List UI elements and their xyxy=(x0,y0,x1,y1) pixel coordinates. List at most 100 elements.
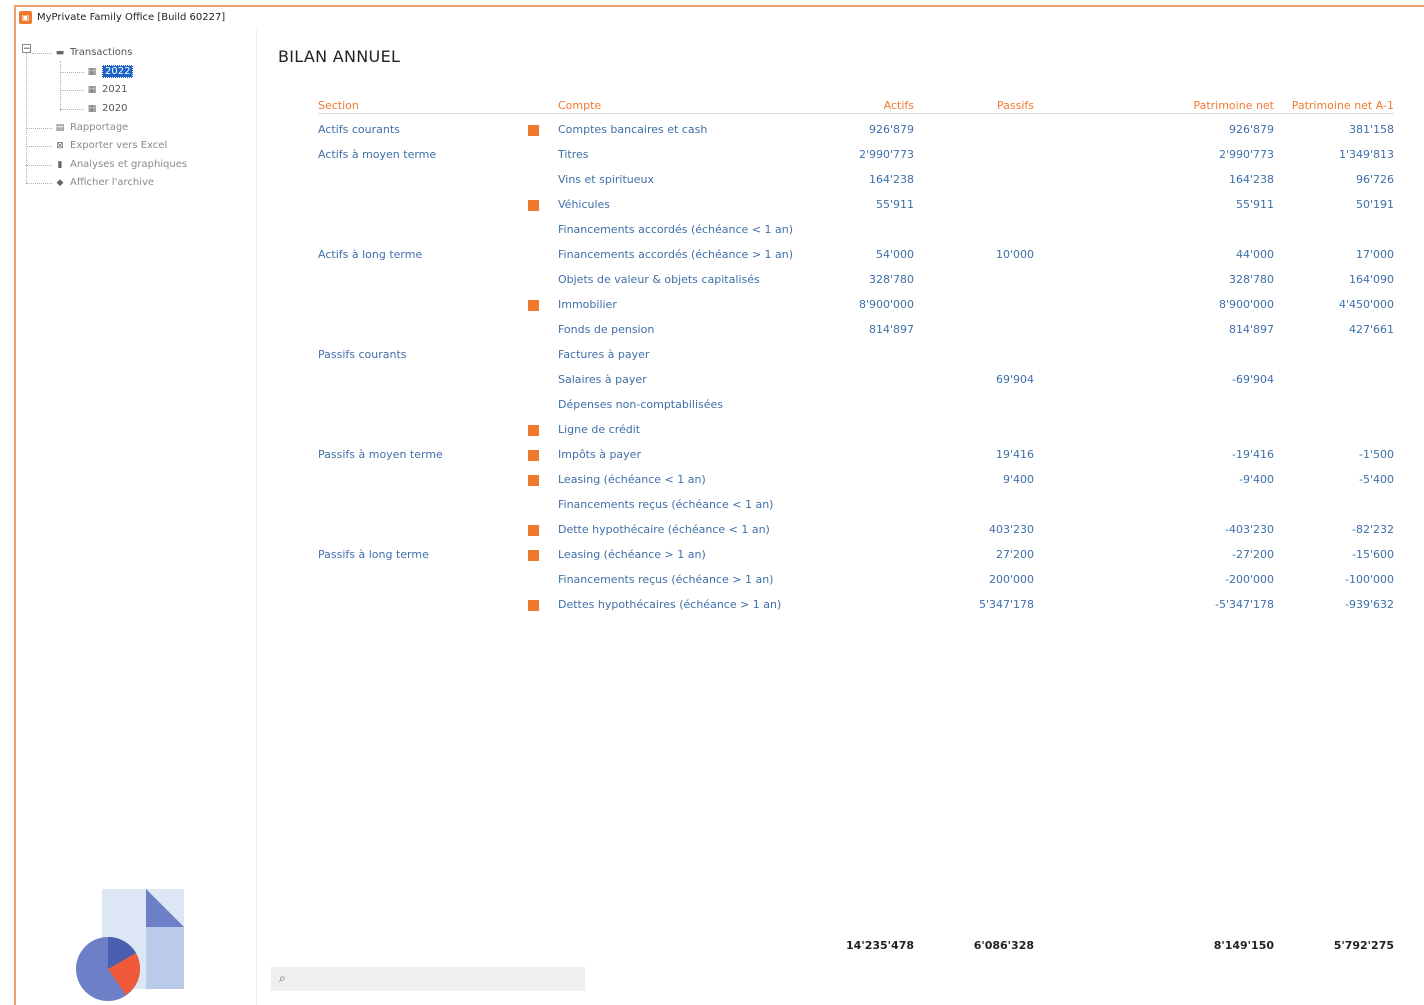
account-cell[interactable]: Leasing (échéance < 1 an) xyxy=(558,473,706,486)
tree-item-year-2022[interactable]: ▦ 2022 xyxy=(86,64,134,80)
table-row[interactable]: Immobilier 8'900'000 8'900'000 4'450'000 xyxy=(258,298,1424,323)
table-row[interactable]: Dettes hypothécaires (échéance > 1 an) 5'… xyxy=(258,598,1424,623)
search-input[interactable]: ⌕ xyxy=(271,967,585,991)
table-row[interactable]: Fonds de pension 814'897 814'897 427'661 xyxy=(258,323,1424,348)
calendar-icon: ▦ xyxy=(87,104,97,114)
column-header-liabilities[interactable]: Passifs xyxy=(934,99,1034,112)
table-row[interactable]: Véhicules 55'911 55'911 50'191 xyxy=(258,198,1424,223)
account-cell[interactable]: Vins et spiritueux xyxy=(558,173,654,186)
net-cell: 2'990'773 xyxy=(1218,148,1274,161)
account-marker-icon xyxy=(528,450,539,461)
account-cell[interactable]: Financements accordés (échéance < 1 an) xyxy=(558,223,793,236)
search-icon: ⌕ xyxy=(279,971,286,985)
net-prev-cell: -100'000 xyxy=(1345,573,1394,586)
account-cell[interactable]: Factures à payer xyxy=(558,348,649,361)
table-row[interactable]: Leasing (échéance < 1 an) 9'400 -9'400 -5'4… xyxy=(258,473,1424,498)
account-marker-icon xyxy=(528,525,539,536)
window-title: MyPrivate Family Office [Build 60227] xyxy=(37,12,226,23)
table-row[interactable]: Dette hypothécaire (échéance < 1 an) 403'… xyxy=(258,523,1424,548)
net-cell: -27'200 xyxy=(1232,548,1274,561)
account-cell[interactable]: Ligne de crédit xyxy=(558,423,640,436)
assets-cell: 926'879 xyxy=(868,123,914,136)
account-marker-icon xyxy=(528,550,539,561)
tree-item-year-2021[interactable]: ▦ 2021 xyxy=(86,82,128,98)
table-row[interactable]: Ligne de crédit xyxy=(258,423,1424,448)
net-cell: -9'400 xyxy=(1239,473,1274,486)
column-header-section[interactable]: Section xyxy=(318,99,359,112)
account-cell[interactable]: Impôts à payer xyxy=(558,448,641,461)
net-prev-cell: -1'500 xyxy=(1359,448,1394,461)
total-net: 8'149'150 xyxy=(1213,939,1274,952)
account-cell[interactable]: Véhicules xyxy=(558,198,610,211)
net-prev-cell: 96'726 xyxy=(1355,173,1394,186)
account-cell[interactable]: Objets de valeur & objets capitalisés xyxy=(558,273,760,286)
table-row[interactable]: Passifs à moyen terme Impôts à payer 19'41… xyxy=(258,448,1424,473)
table-row[interactable]: Objets de valeur & objets capitalisés 328… xyxy=(258,273,1424,298)
account-cell[interactable]: Dette hypothécaire (échéance < 1 an) xyxy=(558,523,770,536)
net-prev-cell: -82'232 xyxy=(1352,523,1394,536)
account-cell[interactable]: Financements reçus (échéance > 1 an) xyxy=(558,573,773,586)
net-cell: 926'879 xyxy=(1228,123,1274,136)
section-cell[interactable]: Passifs courants xyxy=(318,348,407,361)
column-header-net[interactable]: Patrimoine net xyxy=(1134,99,1274,112)
calendar-icon: ▦ xyxy=(87,67,97,77)
account-cell[interactable]: Dépenses non-comptabilisées xyxy=(558,398,723,411)
table-row[interactable]: Passifs courants Factures à payer xyxy=(258,348,1424,373)
net-prev-cell: 1'349'813 xyxy=(1338,148,1394,161)
excel-icon: ⊠ xyxy=(56,141,64,151)
table-row[interactable]: Actifs courants Comptes bancaires et cash… xyxy=(258,123,1424,148)
table-row[interactable]: Salaires à payer 69'904 -69'904 xyxy=(258,373,1424,398)
archive-icon: ◆ xyxy=(56,178,64,188)
account-cell[interactable]: Comptes bancaires et cash xyxy=(558,123,707,136)
column-header-net-prev[interactable]: Patrimoine net A-1 xyxy=(1274,99,1394,112)
account-cell[interactable]: Financements reçus (échéance < 1 an) xyxy=(558,498,773,511)
net-prev-cell: 427'661 xyxy=(1348,323,1394,336)
section-cell[interactable]: Actifs courants xyxy=(318,123,400,136)
account-marker-icon xyxy=(528,200,539,211)
net-cell: 44'000 xyxy=(1235,248,1274,261)
table-row[interactable]: Actifs à moyen terme Titres 2'990'773 2'990… xyxy=(258,148,1424,173)
tree-item-archive[interactable]: ◆ Afficher l'archive xyxy=(54,175,155,191)
tree-item-analyses[interactable]: ▮ Analyses et graphiques xyxy=(54,157,188,173)
tree-item-year-2020[interactable]: ▦ 2020 xyxy=(86,101,128,117)
account-cell[interactable]: Financements accordés (échéance > 1 an) xyxy=(558,248,793,261)
sidebar: − ▬ Transactions ▦ 2022 ▦ 2021 ▦ 2020 ▤ Rappo… xyxy=(16,29,257,1005)
section-cell[interactable]: Actifs à long terme xyxy=(318,248,422,261)
table-row[interactable]: Dépenses non-comptabilisées xyxy=(258,398,1424,423)
account-cell[interactable]: Titres xyxy=(558,148,589,161)
net-prev-cell: 50'191 xyxy=(1355,198,1394,211)
table-row[interactable]: Actifs à long terme Financements accordés… xyxy=(258,248,1424,273)
account-cell[interactable]: Leasing (échéance > 1 an) xyxy=(558,548,706,561)
liabilities-cell: 69'904 xyxy=(995,373,1034,386)
title-bar: ▣ MyPrivate Family Office [Build 60227] xyxy=(16,7,1424,29)
net-cell: 55'911 xyxy=(1235,198,1274,211)
table-row[interactable]: Vins et spiritueux 164'238 164'238 96'726 xyxy=(258,173,1424,198)
table-row[interactable]: Financements reçus (échéance < 1 an) xyxy=(258,498,1424,523)
assets-cell: 55'911 xyxy=(875,198,914,211)
net-prev-cell: 381'158 xyxy=(1348,123,1394,136)
net-prev-cell: 164'090 xyxy=(1348,273,1394,286)
table-row[interactable]: Financements accordés (échéance < 1 an) xyxy=(258,223,1424,248)
tree-item-transactions[interactable]: ▬ Transactions xyxy=(54,45,133,61)
net-prev-cell: -5'400 xyxy=(1359,473,1394,486)
account-cell[interactable]: Fonds de pension xyxy=(558,323,654,336)
column-header-assets[interactable]: Actifs xyxy=(814,99,914,112)
net-cell: -69'904 xyxy=(1232,373,1274,386)
table-row[interactable]: Passifs à long terme Leasing (échéance > … xyxy=(258,548,1424,573)
assets-cell: 164'238 xyxy=(868,173,914,186)
section-cell[interactable]: Passifs à moyen terme xyxy=(318,448,443,461)
section-cell[interactable]: Actifs à moyen terme xyxy=(318,148,436,161)
report-icon: ▤ xyxy=(55,123,65,133)
account-cell[interactable]: Salaires à payer xyxy=(558,373,647,386)
column-header-account[interactable]: Compte xyxy=(558,99,601,112)
net-cell: -19'416 xyxy=(1232,448,1274,461)
section-cell[interactable]: Passifs à long terme xyxy=(318,548,429,561)
account-cell[interactable]: Immobilier xyxy=(558,298,617,311)
tree-item-rapportage[interactable]: ▤ Rapportage xyxy=(54,120,129,136)
table-row[interactable]: Financements reçus (échéance > 1 an) 200'… xyxy=(258,573,1424,598)
account-cell[interactable]: Dettes hypothécaires (échéance > 1 an) xyxy=(558,598,781,611)
calendar-icon: ▦ xyxy=(87,85,97,95)
tree-item-export-excel[interactable]: ⊠ Exporter vers Excel xyxy=(54,138,167,154)
account-marker-icon xyxy=(528,125,539,136)
collapse-toggle[interactable]: − xyxy=(22,44,31,54)
